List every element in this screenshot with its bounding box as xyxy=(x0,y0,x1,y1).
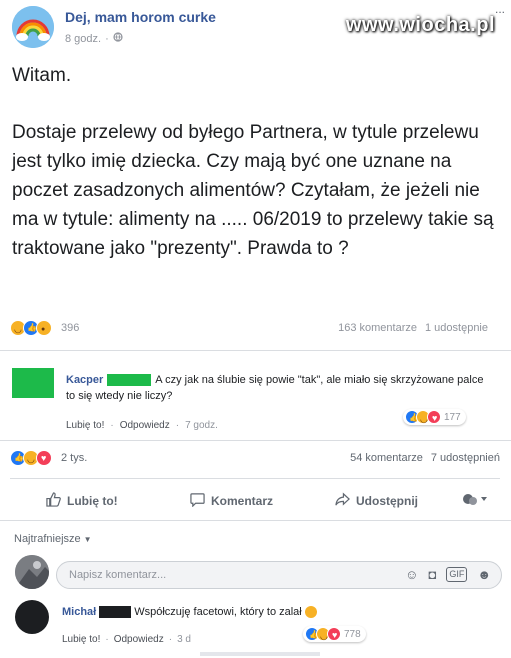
comment-like-link[interactable]: Lubię to! xyxy=(62,634,100,645)
comment-reactions-count: 177 xyxy=(444,411,461,423)
camera-icon[interactable]: ◘ xyxy=(428,567,436,582)
comment-actions: Lubię to! · Odpowiedz · 7 godz. xyxy=(66,420,218,431)
divider xyxy=(0,350,511,351)
divider xyxy=(0,520,511,521)
reaction-emojis[interactable] xyxy=(10,320,52,336)
censored-avatar xyxy=(12,368,54,398)
sort-label: Najtrafniejsze xyxy=(14,533,81,545)
group-avatar[interactable] xyxy=(12,6,54,48)
comments-count[interactable]: 163 komentarze xyxy=(338,322,417,334)
love-icon xyxy=(327,627,341,641)
post-body-text: Dostaje przelewy od byłego Partnera, w t… xyxy=(12,122,494,259)
comment-reply-link[interactable]: Odpowiedz xyxy=(114,634,164,645)
sticker-icon[interactable]: ☻ xyxy=(477,567,491,582)
profile-switcher-icon xyxy=(462,492,488,509)
post-reactions-row: 396 163 komentarze 1 udostępnie xyxy=(10,320,488,336)
stats-reactions[interactable]: 2 tys. xyxy=(61,452,87,464)
group-name-link[interactable]: Dej, mam horom curke xyxy=(65,9,216,25)
comment-time[interactable]: 7 godz. xyxy=(185,420,218,431)
user-photo-icon xyxy=(15,555,49,589)
comment-sort-dropdown[interactable]: Najtrafniejsze ▼ xyxy=(14,533,92,545)
embedded-comment: Kacper A czy jak na ślubie się powie "tak… xyxy=(66,372,486,404)
love-icon xyxy=(427,410,441,424)
comment-author-link[interactable]: Kacper xyxy=(66,374,103,386)
censor-bar xyxy=(99,606,132,619)
stats-comments[interactable]: 54 komentarze xyxy=(350,452,423,464)
share-button-label: Udostępnij xyxy=(356,494,418,508)
comment-text: Współczuję facetowi, który to zalał xyxy=(134,606,302,618)
comment-button-label: Komentarz xyxy=(211,494,274,508)
sad-face-icon xyxy=(304,606,317,619)
stats-shares[interactable]: 7 udostępnień xyxy=(431,452,500,464)
comment-reactions-badge[interactable]: 177 xyxy=(403,409,466,425)
comment-item: Michał Współczuję facetowi, który to zala… xyxy=(62,604,502,620)
rainbow-icon xyxy=(12,6,54,48)
comment-bubble-icon xyxy=(190,492,205,510)
comment-actions: Lubię to! · Odpowiedz · 3 d xyxy=(62,634,191,645)
share-button[interactable]: Udostępnij xyxy=(335,492,418,510)
comment-input-placeholder: Napisz komentarz... xyxy=(69,569,167,581)
censor-bar xyxy=(107,374,152,387)
watermark: www.wiocha.pl xyxy=(345,14,495,36)
comment-time[interactable]: 3 d xyxy=(177,634,191,645)
facebook-post-screenshot: Dej, mam horom curke 8 godz. · www.wioch… xyxy=(0,0,511,658)
post-as-selector[interactable] xyxy=(462,492,488,509)
like-button[interactable]: Lubię to! xyxy=(46,492,118,510)
post-actions: Lubię to! Komentarz Udostępnij xyxy=(0,486,511,516)
reaction-emojis[interactable] xyxy=(10,450,52,466)
share-arrow-icon xyxy=(335,492,350,510)
love-icon xyxy=(36,450,52,466)
thumbs-up-icon xyxy=(46,492,61,510)
comment-reactions-count: 778 xyxy=(344,628,361,640)
post-greeting: Witam. xyxy=(12,65,72,86)
divider xyxy=(0,440,511,441)
post-menu-button[interactable]: ... xyxy=(495,2,505,16)
caret-down-icon: ▼ xyxy=(83,534,92,544)
divider xyxy=(10,478,500,479)
comment-button[interactable]: Komentarz xyxy=(190,492,273,510)
globe-icon xyxy=(113,32,123,45)
commenter-avatar[interactable] xyxy=(15,600,49,634)
like-button-label: Lubię to! xyxy=(67,494,118,508)
emoji-icon[interactable]: ☺ xyxy=(405,567,418,582)
post-time[interactable]: 8 godz. xyxy=(65,33,101,45)
comment-reactions-badge[interactable]: 778 xyxy=(303,626,366,642)
post-stats-row: 2 tys. 54 komentarze 7 udostępnień xyxy=(10,450,500,466)
gif-icon[interactable]: GIF xyxy=(446,567,468,582)
reactions-count[interactable]: 396 xyxy=(61,322,79,334)
shares-count[interactable]: 1 udostępnie xyxy=(425,322,488,334)
cutoff-edge xyxy=(200,652,320,656)
comment-input-tools: ☺ ◘ GIF ☻ xyxy=(405,567,491,582)
post-meta: 8 godz. · xyxy=(65,32,123,45)
current-user-avatar[interactable] xyxy=(15,555,49,589)
comment-like-link[interactable]: Lubię to! xyxy=(66,420,104,431)
wow-icon xyxy=(36,320,52,336)
comment-author-link[interactable]: Michał xyxy=(62,606,96,618)
comment-input[interactable]: Napisz komentarz... ☺ ◘ GIF ☻ xyxy=(56,561,502,589)
comment-reply-link[interactable]: Odpowiedz xyxy=(120,420,170,431)
